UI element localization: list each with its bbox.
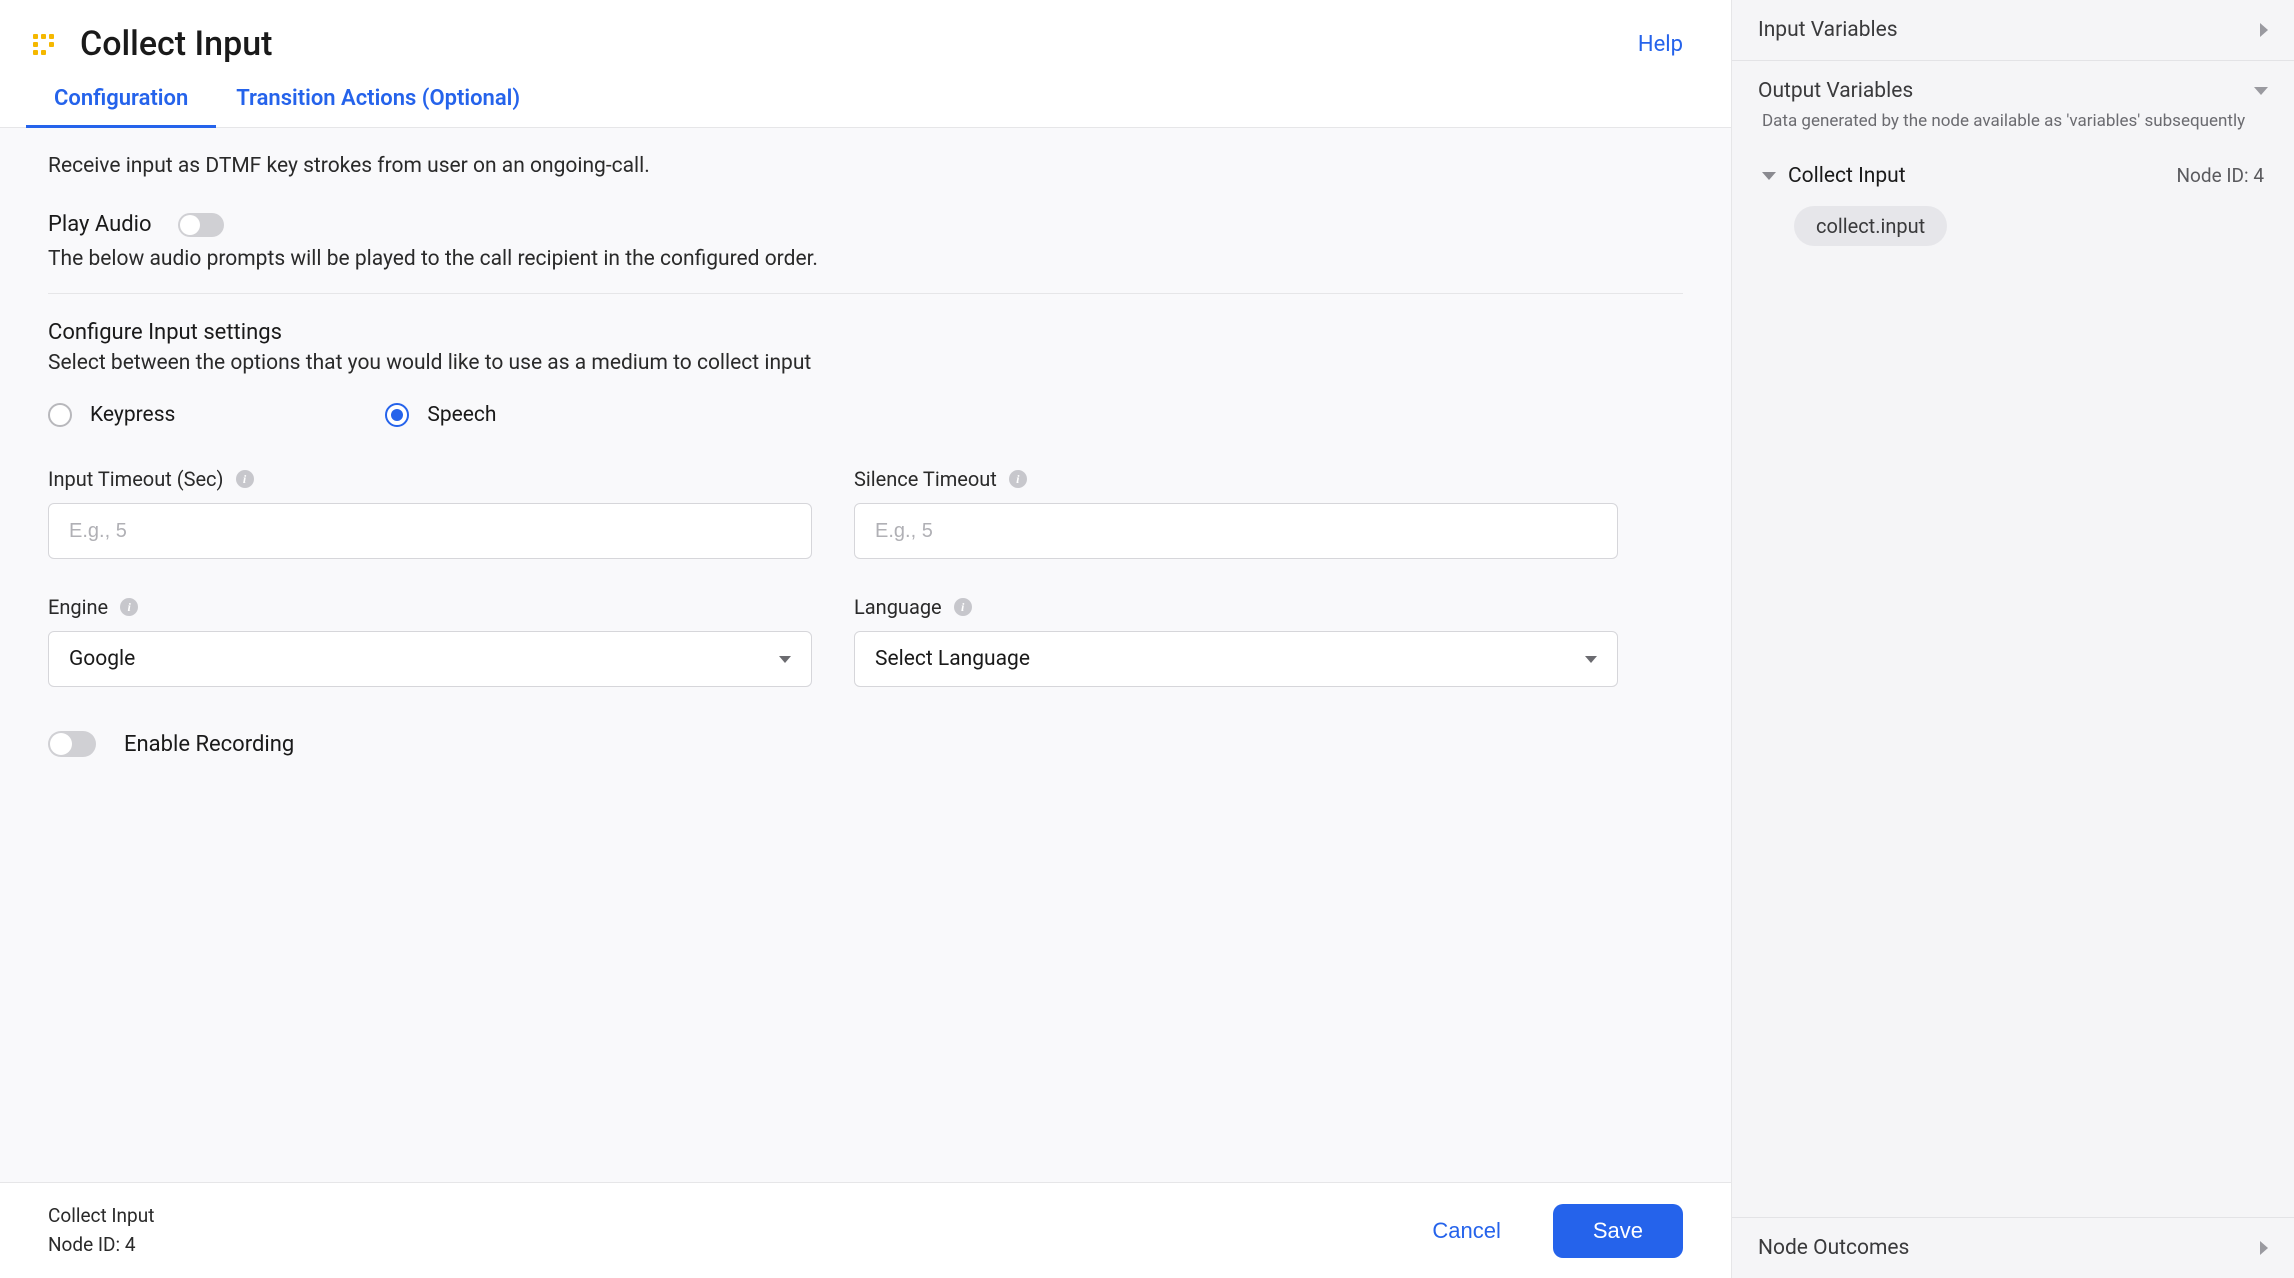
info-icon[interactable]: i	[236, 470, 254, 488]
sidebar: Input Variables Output Variables Data ge…	[1732, 0, 2294, 1278]
language-value: Select Language	[875, 647, 1030, 671]
page-title: Collect Input	[80, 24, 1638, 64]
play-audio-description: The below audio prompts will be played t…	[48, 247, 1683, 271]
collect-input-icon	[30, 30, 58, 58]
input-timeout-label: Input Timeout (Sec)	[48, 467, 224, 491]
main-panel: Collect Input Help Configuration Transit…	[0, 0, 1732, 1278]
sidebar-body: Collect Input Node ID: 4 collect.input	[1732, 150, 2294, 1217]
radio-speech[interactable]: Speech	[385, 403, 496, 427]
field-engine: Engine i Google	[48, 595, 812, 687]
output-variables-header[interactable]: Output Variables	[1732, 61, 2294, 109]
info-icon[interactable]: i	[1009, 470, 1027, 488]
enable-recording-toggle[interactable]	[48, 731, 96, 757]
tabs: Configuration Transition Actions (Option…	[0, 64, 1731, 128]
radio-dot	[391, 409, 403, 421]
language-label: Language	[854, 595, 942, 619]
chevron-down-icon	[1585, 656, 1597, 663]
sidebar-input-variables: Input Variables	[1732, 0, 2294, 61]
output-variables-desc: Data generated by the node available as …	[1732, 109, 2294, 150]
chevron-down-icon	[779, 656, 791, 663]
language-select[interactable]: Select Language	[854, 631, 1618, 687]
content-area: Receive input as DTMF key strokes from u…	[0, 128, 1731, 1182]
cancel-button[interactable]: Cancel	[1432, 1218, 1500, 1244]
input-variables-header[interactable]: Input Variables	[1732, 0, 2294, 60]
footer-node-name: Collect Input	[48, 1202, 154, 1231]
chevron-right-icon	[2260, 1241, 2268, 1255]
field-silence-timeout: Silence Timeout i	[854, 467, 1618, 559]
radio-circle	[48, 403, 72, 427]
output-node-id: Node ID: 4	[2176, 164, 2264, 187]
variable-pill[interactable]: collect.input	[1794, 206, 1947, 246]
app-root: Collect Input Help Configuration Transit…	[0, 0, 2294, 1278]
silence-timeout-input[interactable]	[854, 503, 1618, 559]
form-grid: Input Timeout (Sec) i Silence Timeout i …	[48, 467, 1618, 687]
page-header: Collect Input Help	[0, 0, 1731, 64]
input-timeout-input[interactable]	[48, 503, 812, 559]
save-button[interactable]: Save	[1553, 1204, 1683, 1258]
radio-speech-label: Speech	[427, 403, 496, 427]
footer-bar: Collect Input Node ID: 4 Cancel Save	[0, 1182, 1731, 1278]
play-audio-row: Play Audio	[48, 212, 1683, 237]
toggle-knob	[50, 733, 72, 755]
help-link[interactable]: Help	[1638, 32, 1683, 57]
tab-configuration[interactable]: Configuration	[54, 86, 188, 127]
footer-node-id: Node ID: 4	[48, 1231, 154, 1260]
radio-keypress[interactable]: Keypress	[48, 403, 175, 427]
info-icon[interactable]: i	[120, 598, 138, 616]
engine-select[interactable]: Google	[48, 631, 812, 687]
enable-recording-row: Enable Recording	[48, 731, 1683, 757]
silence-timeout-label: Silence Timeout	[854, 467, 997, 491]
radio-keypress-label: Keypress	[90, 403, 175, 427]
sidebar-node-outcomes: Node Outcomes	[1732, 1217, 2294, 1278]
input-variables-title: Input Variables	[1758, 18, 1898, 42]
divider	[48, 293, 1683, 294]
configure-input-desc: Select between the options that you woul…	[48, 351, 1683, 375]
input-medium-radios: Keypress Speech	[48, 403, 1683, 427]
output-node-row[interactable]: Collect Input Node ID: 4	[1758, 156, 2268, 196]
engine-value: Google	[69, 647, 135, 671]
toggle-knob	[180, 215, 200, 235]
engine-label: Engine	[48, 595, 108, 619]
field-language: Language i Select Language	[854, 595, 1618, 687]
chevron-down-icon	[2254, 87, 2268, 95]
configure-input-title: Configure Input settings	[48, 320, 1683, 345]
tab-transition-actions[interactable]: Transition Actions (Optional)	[236, 86, 520, 127]
enable-recording-label: Enable Recording	[124, 732, 294, 757]
chevron-right-icon	[2260, 23, 2268, 37]
node-description: Receive input as DTMF key strokes from u…	[48, 154, 1683, 178]
play-audio-label: Play Audio	[48, 212, 152, 237]
sidebar-output-variables: Output Variables Data generated by the n…	[1732, 61, 2294, 150]
footer-meta: Collect Input Node ID: 4	[48, 1202, 154, 1259]
node-outcomes-title: Node Outcomes	[1758, 1236, 1909, 1260]
output-variables-title: Output Variables	[1758, 79, 1913, 103]
play-audio-toggle[interactable]	[178, 213, 224, 237]
radio-circle-selected	[385, 403, 409, 427]
output-node-name: Collect Input	[1788, 164, 2164, 188]
chevron-down-icon	[1762, 172, 1776, 180]
node-outcomes-header[interactable]: Node Outcomes	[1732, 1218, 2294, 1278]
field-input-timeout: Input Timeout (Sec) i	[48, 467, 812, 559]
info-icon[interactable]: i	[954, 598, 972, 616]
